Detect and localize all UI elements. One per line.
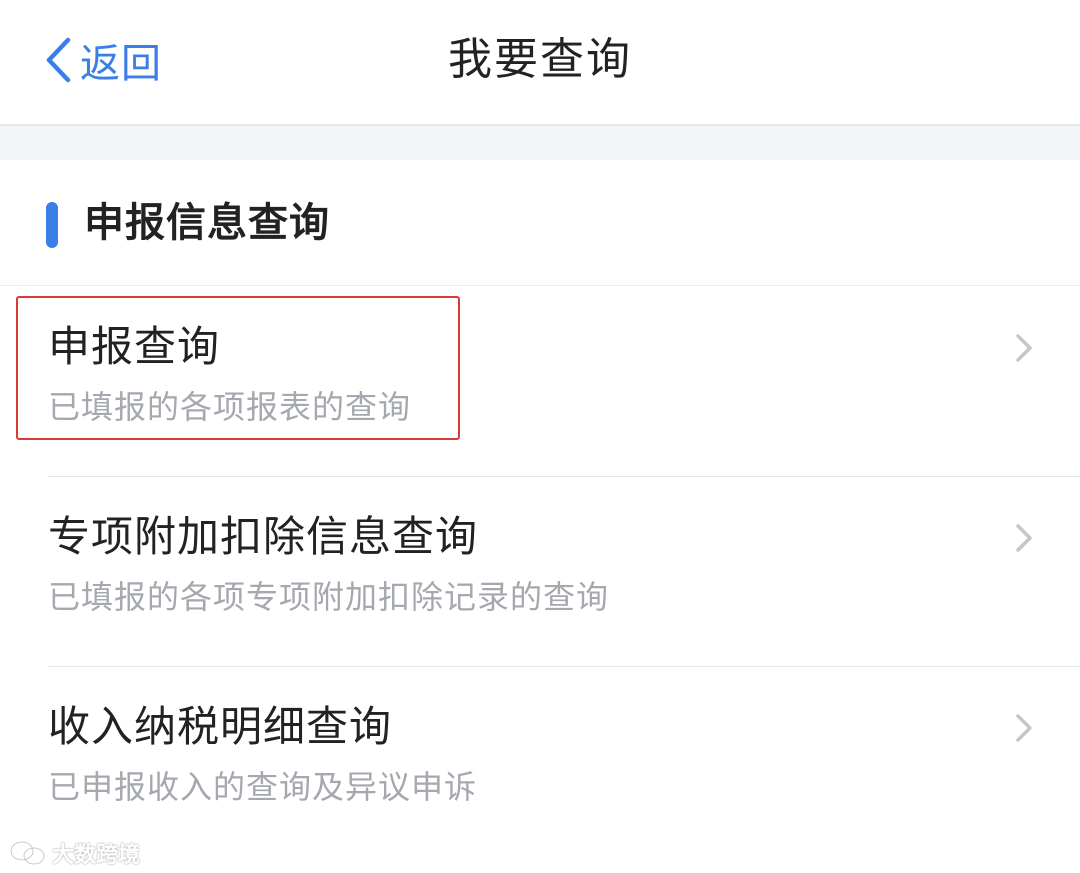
navigation-bar: 返回 我要查询 <box>0 0 1080 126</box>
item-title: 收入纳税明细查询 <box>48 702 393 751</box>
item-description: 已申报收入的查询及异议申诉 <box>48 768 478 806</box>
section-header: 申报信息查询 <box>0 160 1080 286</box>
section-title: 申报信息查询 <box>84 200 330 246</box>
watermark: 大数跨境 <box>8 836 140 870</box>
item-title: 申报查询 <box>48 322 221 371</box>
chevron-right-icon <box>1016 714 1032 742</box>
chevron-right-icon <box>1016 524 1032 552</box>
list-item-declaration-query[interactable]: 申报查询 已填报的各项报表的查询 <box>0 287 1080 477</box>
item-title: 专项附加扣除信息查询 <box>48 512 479 561</box>
wechat-logo-icon <box>9 840 46 866</box>
item-description: 已填报的各项报表的查询 <box>48 388 412 426</box>
watermark-text: 大数跨境 <box>52 843 141 868</box>
list-item-income-tax-detail-query[interactable]: 收入纳税明细查询 已申报收入的查询及异议申诉 <box>0 667 1080 857</box>
list-item-special-deduction-query[interactable]: 专项附加扣除信息查询 已填报的各项专项附加扣除记录的查询 <box>0 477 1080 667</box>
page-title: 我要查询 <box>448 34 632 85</box>
query-card: 申报信息查询 申报查询 已填报的各项报表的查询 专项附加扣除信息查询 已填报的各… <box>0 160 1080 873</box>
section-accent-bar <box>46 202 58 248</box>
item-description: 已填报的各项专项附加扣除记录的查询 <box>48 578 610 616</box>
chevron-right-icon <box>1016 334 1032 362</box>
